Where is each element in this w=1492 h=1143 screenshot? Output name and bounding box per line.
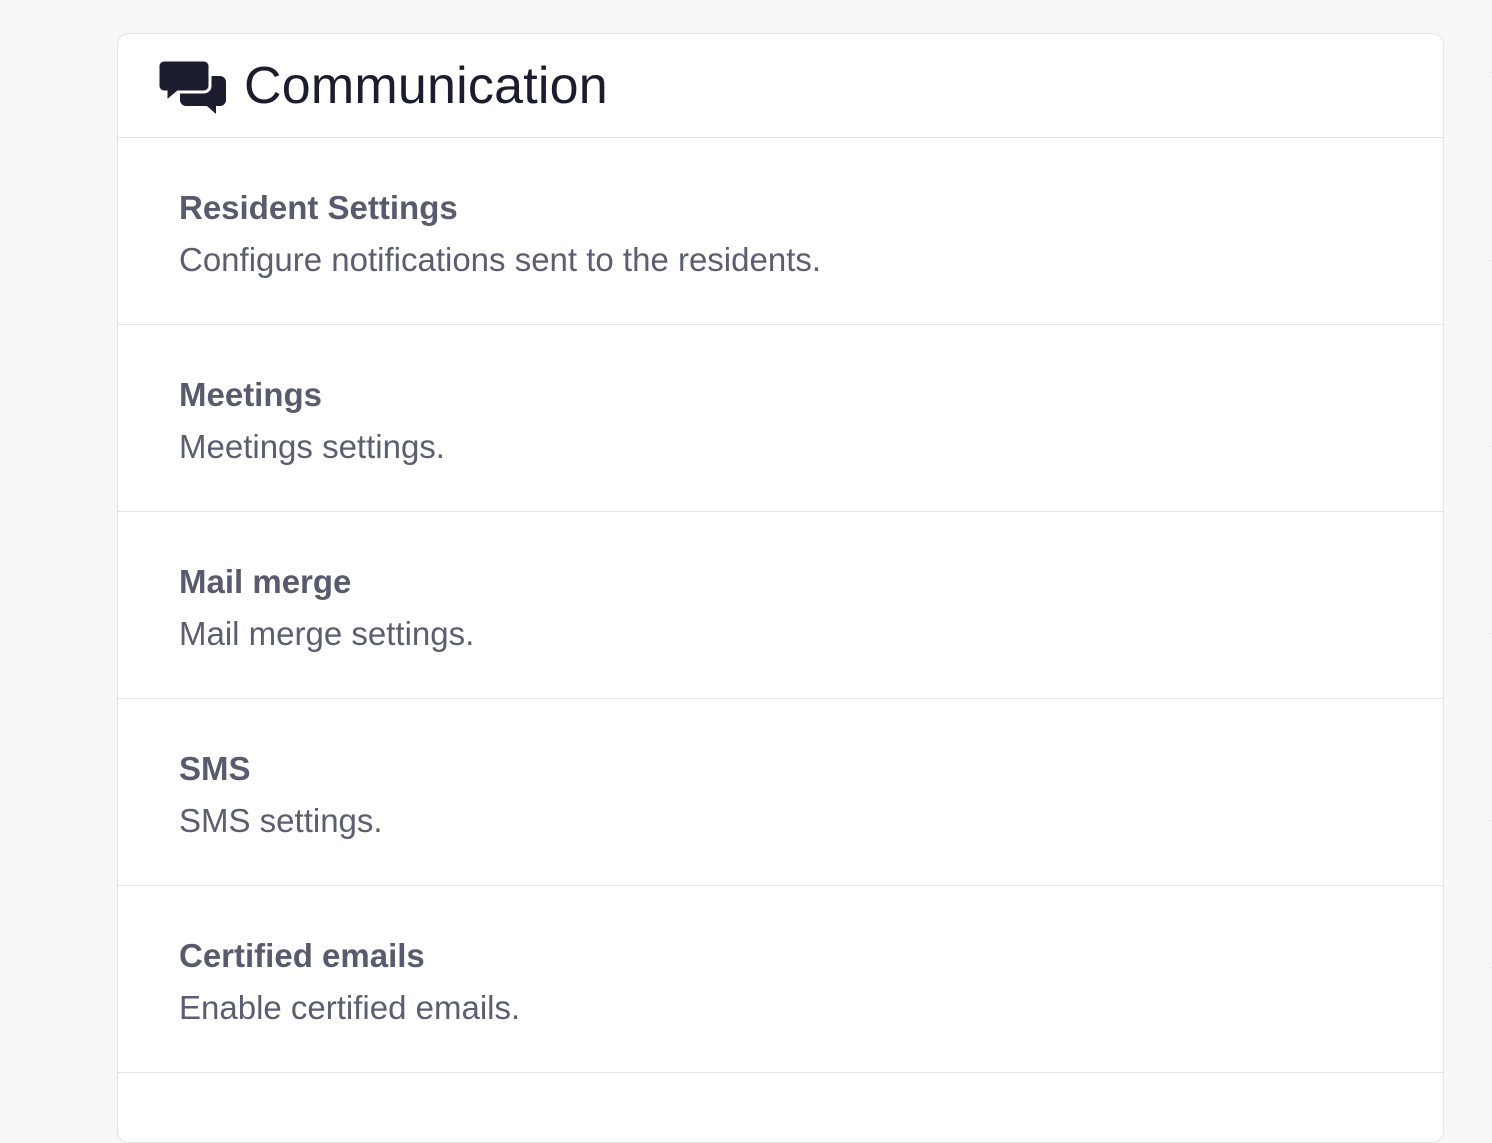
setting-description: Configure notifications sent to the resi… [179,241,822,278]
setting-description: Meetings settings. [179,428,445,465]
setting-item-mail-merge[interactable]: Mail merge Mail merge settings. [118,512,1443,699]
setting-item-sms[interactable]: SMS SMS settings. [118,699,1443,886]
setting-item-resident-settings[interactable]: Resident Settings Configure notification… [118,138,1443,325]
setting-description: SMS settings. [179,802,383,839]
setting-item-meetings[interactable]: Meetings Meetings settings. [118,325,1443,512]
setting-title: Mail merge [179,563,352,600]
setting-title: Certified emails [179,937,425,974]
setting-title: Meetings [179,376,323,413]
setting-title: SMS [179,750,251,787]
setting-description: Enable certified emails. [179,989,521,1026]
setting-description: Mail merge settings. [179,615,475,652]
setting-item-certified-emails[interactable]: Certified emails Enable certified emails… [118,886,1443,1073]
page-title: Communication [244,56,608,115]
comments-icon [156,58,226,114]
setting-title: Resident Settings [179,189,458,226]
card-header: Communication [118,34,1443,138]
communication-card: Communication Resident Settings Configur… [117,33,1444,1143]
